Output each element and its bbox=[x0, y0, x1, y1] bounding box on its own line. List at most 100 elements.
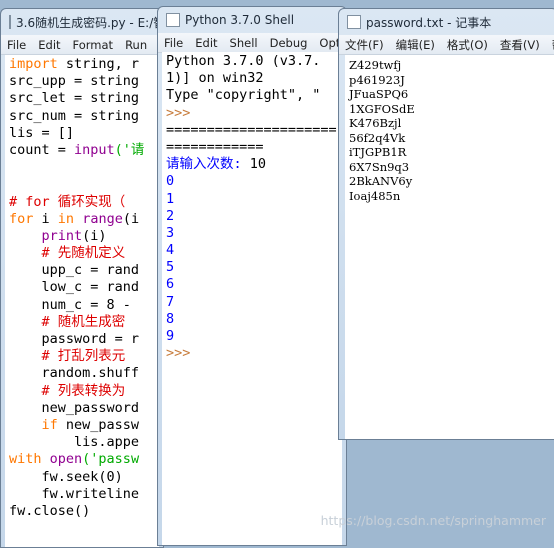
password-line: JFuaSPQ6 bbox=[349, 87, 409, 101]
code-token: random.shuff bbox=[9, 365, 140, 382]
code-token: (i bbox=[122, 210, 140, 227]
code-line: # 先随机定义 bbox=[9, 245, 155, 262]
notepad-title: password.txt - 记事本 bbox=[366, 15, 492, 30]
menu-item[interactable]: Format bbox=[67, 38, 120, 52]
code-line: # 随机生成密 bbox=[9, 314, 155, 331]
code-line: 6 bbox=[166, 276, 338, 293]
editor-code-area[interactable]: import string, r src_upp = string src_let … bbox=[5, 55, 159, 547]
watermark: https://blog.csdn.net/springhammer bbox=[320, 513, 546, 528]
code-token: 7 bbox=[166, 293, 175, 310]
menu-item[interactable]: Run bbox=[119, 38, 153, 52]
code-token: string, r bbox=[57, 56, 140, 72]
menu-item[interactable]: File bbox=[1, 38, 32, 52]
python-shell-window: Python 3.7.0 Shell File Edit Shell Debug Opt… bbox=[157, 6, 347, 546]
code-token: low_c = rand bbox=[9, 279, 140, 296]
python-shell-icon bbox=[166, 13, 180, 27]
code-line: 3 bbox=[166, 225, 338, 242]
code-line: 1)] on win32 bbox=[166, 70, 338, 87]
code-token: 6 bbox=[166, 276, 175, 293]
code-token: 8 bbox=[166, 310, 175, 327]
code-token: 请输入次数: bbox=[166, 156, 250, 173]
code-token: >>> bbox=[166, 345, 199, 362]
menu-item[interactable]: 文件(F) bbox=[339, 37, 390, 53]
menu-item[interactable]: 格式(O) bbox=[441, 37, 494, 53]
code-line: 请输入次数: 10 bbox=[166, 156, 338, 173]
code-line: fw.seek(0) bbox=[9, 469, 155, 486]
code-line: num_c = 8 - bbox=[9, 297, 155, 314]
code-token: 1 bbox=[166, 190, 175, 207]
code-line: # 打乱列表元 bbox=[9, 348, 155, 365]
code-token: num_c = 8 - bbox=[9, 296, 131, 313]
code-line: 8 bbox=[166, 311, 338, 328]
code-line: print(i) bbox=[9, 228, 155, 245]
menu-item[interactable]: 帮 bbox=[546, 37, 554, 53]
code-line: # 列表转换为 bbox=[9, 383, 155, 400]
code-line: for i in range(i bbox=[9, 211, 155, 228]
code-token: Python 3.7.0 (v3.7. bbox=[166, 53, 321, 69]
code-line: 7 bbox=[166, 294, 338, 311]
shell-output-area[interactable]: Python 3.7.0 (v3.7. 1)] on win32 Type "cop… bbox=[162, 52, 342, 545]
menu-item[interactable]: Edit bbox=[32, 38, 66, 52]
code-line: new_password bbox=[9, 400, 155, 417]
code-token: fw.close() bbox=[9, 502, 91, 519]
notepad-titlebar[interactable]: password.txt - 记事本 bbox=[339, 9, 554, 35]
password-line: 2BkANV6y bbox=[349, 174, 413, 188]
code-line: password = r bbox=[9, 331, 155, 348]
code-token: open bbox=[49, 451, 83, 468]
code-token: print bbox=[41, 227, 83, 244]
code-line: # for 循环实现（ bbox=[9, 194, 155, 211]
menu-item[interactable]: Edit bbox=[189, 36, 223, 50]
code-line: src_upp = string bbox=[9, 73, 155, 90]
menu-item[interactable]: File bbox=[158, 36, 189, 50]
notepad-text-area[interactable]: Z429twfj p461923J JFuaSPQ6 1XGFOSdE K476Bzjl… bbox=[345, 55, 554, 439]
code-line: import string, r bbox=[9, 56, 155, 73]
code-token: # for 循环实现（ bbox=[9, 193, 126, 210]
code-token: 9 bbox=[166, 328, 175, 344]
code-token: new_password bbox=[9, 399, 140, 416]
code-token: src_let = string bbox=[9, 90, 140, 107]
code-line: src_let = string bbox=[9, 90, 155, 107]
idle-editor-window: 3.6随机生成密码.py - E:/智 File Edit Format Run im… bbox=[0, 8, 164, 548]
code-line: random.shuff bbox=[9, 365, 155, 382]
menu-item[interactable]: Shell bbox=[224, 36, 264, 50]
code-line: 0 bbox=[166, 173, 338, 190]
code-token: ('passw bbox=[82, 451, 140, 468]
code-line: low_c = rand bbox=[9, 279, 155, 296]
menu-item[interactable]: Debug bbox=[264, 36, 314, 50]
notepad-menubar: 文件(F)编辑(E)格式(O)查看(V)帮 bbox=[339, 35, 554, 55]
code-line: 4 bbox=[166, 242, 338, 259]
code-token: >>> bbox=[166, 104, 199, 121]
code-line: lis = [] bbox=[9, 125, 155, 142]
password-line: 1XGFOSdE bbox=[349, 101, 415, 116]
code-line: fw.writeline bbox=[9, 486, 155, 503]
password-line: 6X7Sn9q3 bbox=[349, 159, 410, 174]
menu-item[interactable]: 查看(V) bbox=[494, 37, 546, 53]
code-token: for bbox=[9, 210, 34, 227]
notepad-window: password.txt - 记事本 文件(F)编辑(E)格式(O)查看(V)帮… bbox=[338, 8, 554, 440]
code-token: 10 bbox=[249, 156, 267, 173]
code-line: 5 bbox=[166, 259, 338, 276]
menu-item[interactable]: 编辑(E) bbox=[390, 37, 441, 53]
code-token: new_passw bbox=[57, 416, 140, 433]
code-token: input bbox=[74, 141, 115, 158]
code-line: Type "copyright", " bbox=[166, 87, 338, 104]
editor-titlebar[interactable]: 3.6随机生成密码.py - E:/智 bbox=[1, 9, 163, 35]
code-line: ===================== bbox=[166, 122, 338, 139]
code-token: src_upp = string bbox=[9, 73, 140, 90]
shell-titlebar[interactable]: Python 3.7.0 Shell bbox=[158, 7, 346, 33]
code-line: ============ bbox=[166, 139, 338, 156]
code-line: 1 bbox=[166, 191, 338, 208]
code-token: # 随机生成密 bbox=[9, 313, 126, 330]
password-line: iTJGPB1R bbox=[349, 145, 407, 159]
code-token: Type "copyright", " bbox=[166, 87, 321, 104]
code-token: password = r bbox=[9, 331, 140, 347]
code-token: 5 bbox=[166, 259, 175, 276]
password-line: 56f2q4Vk bbox=[349, 130, 406, 145]
code-token: fw.seek(0) bbox=[9, 468, 123, 485]
